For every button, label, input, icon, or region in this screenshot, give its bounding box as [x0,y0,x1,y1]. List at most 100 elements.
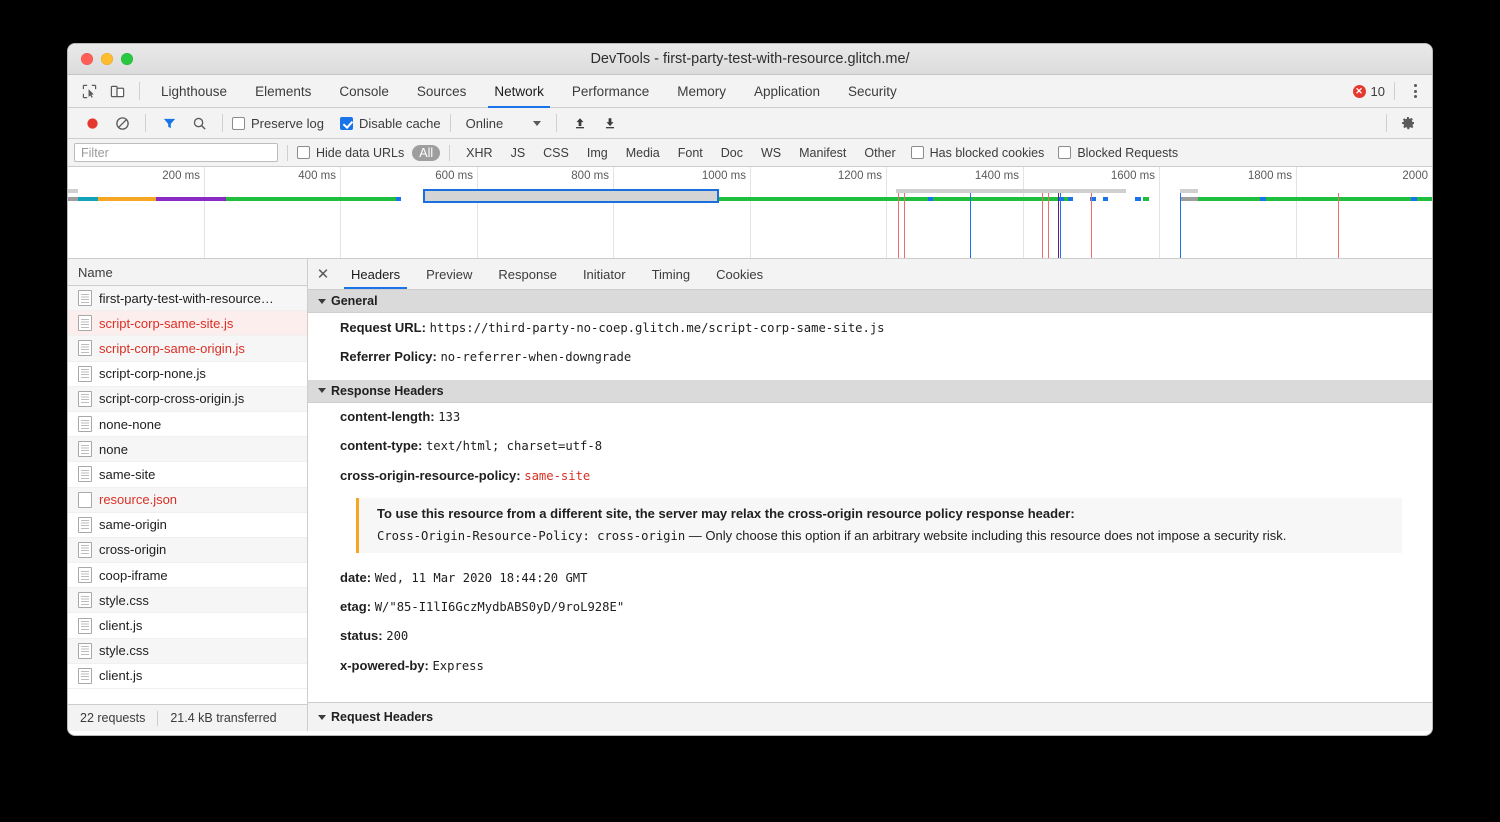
filter-type-img[interactable]: Img [580,145,615,161]
etag-value: W/"85-I1lI6GczMydbABS0yD/9roL928E" [375,600,624,614]
request-row[interactable]: resource.json [68,488,307,513]
tab-response[interactable]: Response [485,259,570,289]
request-row[interactable]: first-party-test-with-resource… [68,286,307,311]
request-name: style.css [99,643,149,658]
tab-timing[interactable]: Timing [639,259,704,289]
filter-funnel-icon[interactable] [155,111,183,135]
chevron-down-icon [533,121,541,126]
tab-lighthouse[interactable]: Lighthouse [147,75,241,108]
request-list-column-header[interactable]: Name [68,259,307,286]
request-headers-section-header[interactable]: Request Headers [308,702,1432,731]
record-button-icon[interactable] [78,111,106,135]
error-count-badge[interactable]: ✕ 10 [1353,84,1385,99]
tab-preview[interactable]: Preview [413,259,485,289]
request-name: none [99,442,128,457]
network-filter-bar: Filter Hide data URLs All XHR JS CSS Img… [68,139,1432,167]
kebab-menu-icon[interactable] [1404,84,1426,98]
request-name: cross-origin [99,542,166,557]
request-row[interactable]: script-corp-same-origin.js [68,336,307,361]
has-blocked-cookies-label: Has blocked cookies [930,146,1045,160]
tab-headers[interactable]: Headers [338,259,413,289]
tab-performance[interactable]: Performance [558,75,663,108]
tab-network[interactable]: Network [480,75,558,108]
tab-label: Sources [417,84,467,99]
inspect-element-icon[interactable] [76,79,102,103]
request-name: none-none [99,417,161,432]
preserve-log-checkbox[interactable]: Preserve log [232,116,324,131]
request-row[interactable]: client.js [68,664,307,689]
has-blocked-cookies-checkbox[interactable]: Has blocked cookies [911,146,1045,160]
tick-label: 1200 ms [838,170,882,182]
request-row[interactable]: script-corp-same-site.js [68,311,307,336]
tab-console[interactable]: Console [325,75,403,108]
clear-network-log-icon[interactable] [108,111,136,135]
gear-icon[interactable] [1394,111,1422,135]
request-row[interactable]: none-none [68,412,307,437]
request-url-label: Request URL: [340,320,426,335]
tab-security[interactable]: Security [834,75,911,108]
request-name: resource.json [99,492,177,507]
column-header-name: Name [78,265,113,280]
request-name: same-site [99,467,155,482]
filter-type-media[interactable]: Media [619,145,667,161]
checkbox-box [911,146,924,159]
throttle-dropdown[interactable]: Online [460,116,548,131]
filterbar-divider-2 [449,145,450,161]
network-overview-timeline[interactable]: 200 ms 400 ms 600 ms 800 ms 1000 ms 1200… [68,167,1432,259]
tabbar-right: ✕ 10 [1353,82,1432,100]
filter-type-css[interactable]: CSS [536,145,576,161]
request-row[interactable]: coop-iframe [68,563,307,588]
export-har-icon[interactable] [596,111,624,135]
hide-data-urls-checkbox[interactable]: Hide data URLs [297,146,404,160]
tick-label: 1800 ms [1248,170,1292,182]
request-row[interactable]: style.css [68,639,307,664]
request-name: client.js [99,618,142,633]
filter-type-doc[interactable]: Doc [714,145,750,161]
filter-type-font[interactable]: Font [671,145,710,161]
filter-type-other[interactable]: Other [857,145,902,161]
filter-type-ws[interactable]: WS [754,145,788,161]
request-row[interactable]: cross-origin [68,538,307,563]
device-toolbar-icon[interactable] [104,79,130,103]
filter-type-manifest[interactable]: Manifest [792,145,853,161]
toolbar-divider-5 [1386,114,1387,132]
main-tabs: Lighthouse Elements Console Sources Netw… [147,75,911,108]
request-row[interactable]: none [68,437,307,462]
disable-cache-checkbox[interactable]: Disable cache [340,116,441,131]
request-row[interactable]: same-site [68,462,307,487]
request-name: first-party-test-with-resource… [99,291,274,306]
tab-cookies[interactable]: Cookies [703,259,776,289]
blocked-requests-label: Blocked Requests [1077,146,1178,160]
request-row[interactable]: script-corp-cross-origin.js [68,387,307,412]
blocked-requests-checkbox[interactable]: Blocked Requests [1058,146,1178,160]
import-har-icon[interactable] [566,111,594,135]
general-section-header[interactable]: General [308,290,1432,313]
request-row[interactable]: script-corp-none.js [68,362,307,387]
filter-type-all[interactable]: All [412,145,440,161]
request-row[interactable]: style.css [68,588,307,613]
filter-type-js[interactable]: JS [504,145,533,161]
tab-initiator[interactable]: Initiator [570,259,639,289]
tab-memory[interactable]: Memory [663,75,740,108]
tab-label: Lighthouse [161,84,227,99]
response-headers-section-header[interactable]: Response Headers [308,380,1432,403]
request-url-value[interactable]: https://third-party-no-coep.glitch.me/sc… [430,321,885,335]
timeline-selection-box[interactable] [423,189,719,203]
search-icon[interactable] [185,111,213,135]
resource-type-filters: All [412,145,440,161]
request-rows: first-party-test-with-resource… script-c… [68,286,307,704]
tab-elements[interactable]: Elements [241,75,325,108]
chevron-down-icon [318,299,326,304]
header-row-status: status: 200 [308,622,1432,651]
request-row[interactable]: same-origin [68,513,307,538]
chevron-down-icon [318,715,326,720]
request-row[interactable]: client.js [68,613,307,638]
status-divider [157,711,158,726]
filter-type-xhr[interactable]: XHR [459,145,499,161]
tick-label: 400 ms [298,170,336,182]
close-icon[interactable]: ✕ [308,259,338,289]
document-icon [78,542,92,558]
tab-application[interactable]: Application [740,75,834,108]
filter-input[interactable]: Filter [74,143,278,162]
tab-sources[interactable]: Sources [403,75,481,108]
